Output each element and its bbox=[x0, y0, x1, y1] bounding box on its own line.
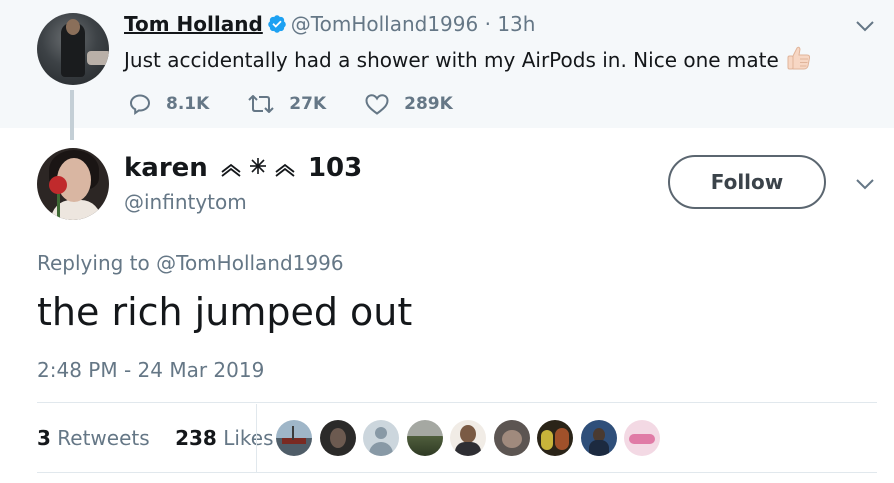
likes-label: Likes bbox=[223, 426, 274, 450]
divider bbox=[37, 402, 877, 403]
separator-dot: · bbox=[484, 12, 491, 36]
chevron-down-icon[interactable] bbox=[853, 14, 877, 38]
parent-tweet-text: Just accidentally had a shower with my A… bbox=[124, 44, 813, 72]
avatar[interactable] bbox=[580, 420, 617, 456]
tweet-timestamp[interactable]: 2:48 PM - 24 Mar 2019 bbox=[37, 358, 264, 382]
avatar[interactable] bbox=[363, 420, 399, 456]
tweet-text: Just accidentally had a shower with my A… bbox=[124, 48, 779, 72]
avatar[interactable] bbox=[406, 420, 443, 456]
likes-count: 238 bbox=[175, 426, 217, 450]
author-handle[interactable]: @infintytom bbox=[124, 190, 247, 214]
retweet-action[interactable]: 27K bbox=[247, 92, 326, 116]
avatar[interactable] bbox=[450, 420, 486, 456]
avatar[interactable] bbox=[37, 13, 109, 85]
tweet-actions: 8.1K 27K 289K bbox=[128, 90, 491, 118]
avatar[interactable] bbox=[624, 420, 660, 456]
author-display-name[interactable]: karen 103 bbox=[124, 153, 362, 183]
chevron-star-ornament-icon bbox=[221, 158, 295, 177]
replying-prefix: Replying to bbox=[37, 251, 150, 275]
author-handle[interactable]: @TomHolland1996 bbox=[291, 12, 478, 36]
tweet-text: the rich jumped out bbox=[37, 290, 413, 334]
avatar[interactable] bbox=[493, 420, 530, 456]
avatar[interactable] bbox=[319, 420, 356, 456]
retweets-stat[interactable]: 3 Retweets bbox=[37, 426, 150, 450]
reply-icon bbox=[129, 94, 151, 115]
avatar[interactable] bbox=[537, 420, 573, 456]
likes-stat[interactable]: 238 Likes bbox=[175, 426, 273, 450]
parent-tweet[interactable]: Tom Holland @TomHolland1996 · 13h Just ac… bbox=[0, 0, 894, 128]
stats-divider bbox=[256, 404, 257, 472]
thumbs-up-icon bbox=[787, 46, 810, 70]
parent-tweet-header: Tom Holland @TomHolland1996 · 13h bbox=[124, 12, 535, 36]
heart-icon bbox=[365, 94, 389, 115]
chevron-down-icon[interactable] bbox=[853, 172, 877, 196]
replying-to-line: Replying to @TomHolland1996 bbox=[37, 251, 344, 275]
author-name[interactable]: Tom Holland bbox=[124, 12, 263, 36]
divider bbox=[37, 472, 877, 473]
retweets-label: Retweets bbox=[57, 426, 150, 450]
retweet-count: 27K bbox=[289, 94, 327, 114]
avatar[interactable] bbox=[37, 148, 109, 220]
follow-button[interactable]: Follow bbox=[668, 155, 826, 209]
tweet-stats: 3 Retweets 238 Likes bbox=[37, 426, 274, 450]
liker-avatars bbox=[276, 420, 668, 456]
tweet-time[interactable]: 13h bbox=[497, 12, 535, 36]
author-name-suffix: 103 bbox=[307, 153, 363, 183]
like-action[interactable]: 289K bbox=[364, 92, 453, 116]
thread-connector bbox=[70, 90, 74, 140]
reply-count: 8.1K bbox=[166, 94, 210, 114]
retweet-icon bbox=[248, 95, 275, 113]
like-count: 289K bbox=[404, 94, 453, 114]
avatar[interactable] bbox=[276, 420, 312, 456]
replying-to-handle[interactable]: @TomHolland1996 bbox=[156, 251, 343, 275]
retweets-count: 3 bbox=[37, 426, 51, 450]
verified-badge-icon bbox=[268, 15, 286, 33]
reply-action[interactable]: 8.1K bbox=[128, 92, 209, 116]
author-name: karen bbox=[124, 153, 208, 183]
